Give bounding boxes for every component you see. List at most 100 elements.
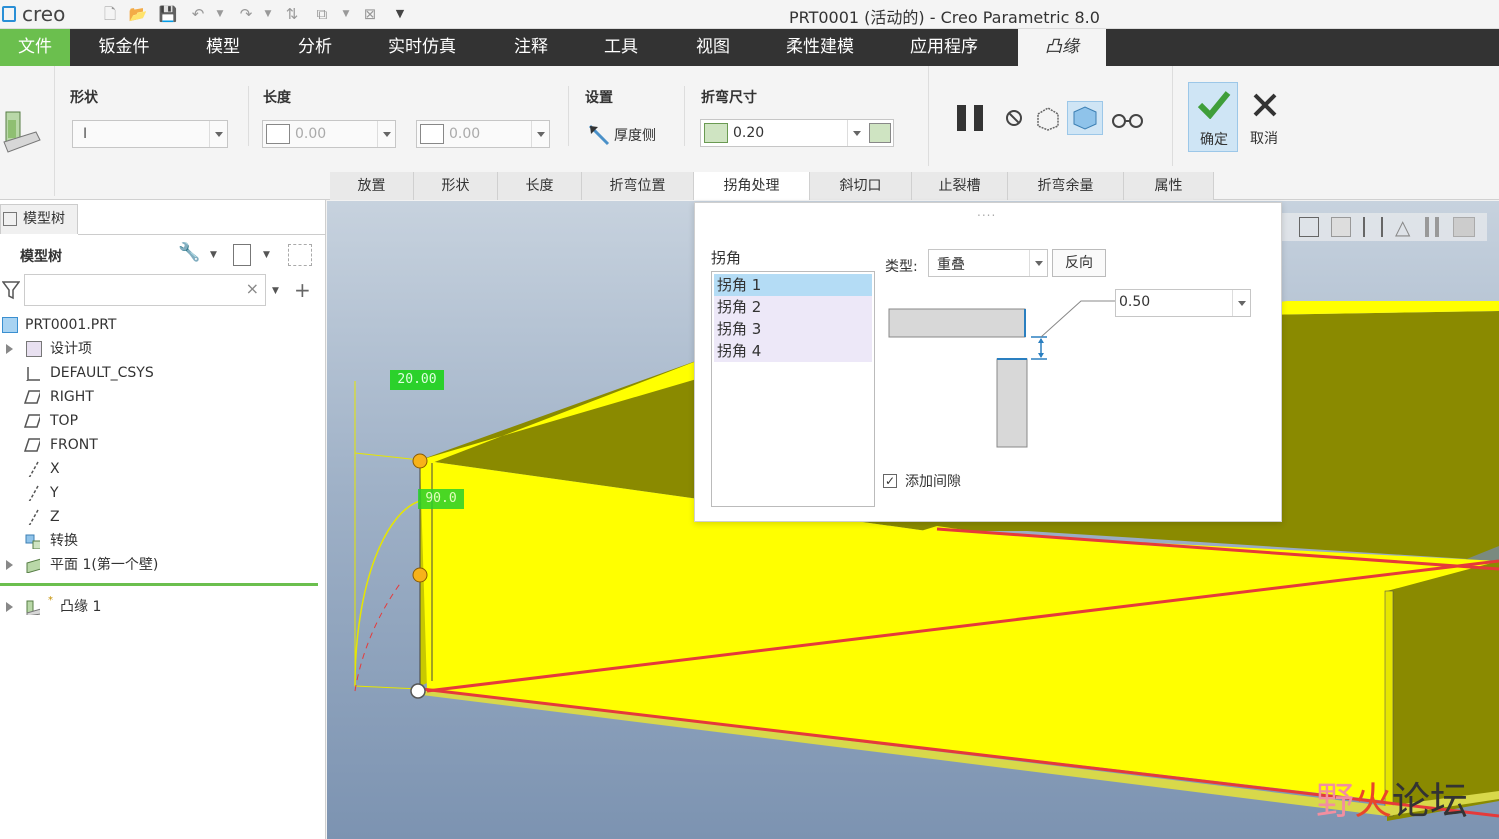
redo-dropdown-icon[interactable]: ▼ <box>258 5 278 23</box>
subtab-shape[interactable]: 形状 <box>414 172 498 200</box>
pause-icon[interactable] <box>955 103 987 133</box>
ok-button[interactable]: 确定 <box>1188 82 1238 152</box>
tree-item-axis-x[interactable]: X <box>0 457 320 481</box>
tree-item-part[interactable]: PRT0001.PRT <box>0 313 320 337</box>
tree-item-right-plane[interactable]: RIGHT <box>0 385 320 409</box>
chevron-down-icon[interactable] <box>209 121 227 147</box>
tree-item-design-items[interactable]: 设计项 <box>0 337 320 361</box>
chevron-down-icon[interactable] <box>847 120 865 146</box>
undo-dropdown-icon[interactable]: ▼ <box>210 5 230 23</box>
reverse-button[interactable]: 反向 <box>1052 249 1106 277</box>
subtab-length[interactable]: 长度 <box>498 172 582 200</box>
open-file-icon[interactable]: 📂 <box>128 5 148 23</box>
no-preview-icon[interactable] <box>1005 109 1023 127</box>
display-style-icon[interactable] <box>1331 217 1351 237</box>
tab-annotate[interactable]: 注释 <box>498 29 564 66</box>
customize-toolbar-icon[interactable]: ▼ <box>390 5 410 23</box>
drag-handle[interactable] <box>412 567 428 583</box>
feature-preview-button[interactable] <box>1067 101 1103 135</box>
tab-tools[interactable]: 工具 <box>588 29 654 66</box>
datum-display-icon[interactable] <box>1363 217 1383 237</box>
shape-dropdown[interactable]: I <box>72 120 228 148</box>
tree-item-axis-z[interactable]: Z <box>0 505 320 529</box>
tree-item-flange[interactable]: * 凸缘 1 <box>0 595 320 619</box>
saved-views-icon[interactable] <box>1453 217 1475 237</box>
add-gap-checkbox[interactable]: ✓ 添加间隙 <box>883 471 961 491</box>
save-icon[interactable]: 💾 <box>158 5 178 23</box>
tree-settings-icon[interactable]: 🔧 <box>178 242 200 263</box>
tree-item-front-plane[interactable]: FRONT <box>0 433 320 457</box>
length-field-1[interactable]: 0.00 <box>262 120 396 148</box>
resize-grip-icon[interactable]: .... <box>977 205 996 219</box>
angle-dimension-label[interactable]: 90.0 <box>418 489 464 509</box>
tree-show-icon[interactable] <box>233 244 251 266</box>
tab-analysis[interactable]: 分析 <box>282 29 348 66</box>
add-icon[interactable]: + <box>294 278 311 302</box>
subtab-corner-treatment[interactable]: 拐角处理 <box>694 172 810 200</box>
tree-item-top-plane[interactable]: TOP <box>0 409 320 433</box>
clear-search-icon[interactable]: × <box>246 279 259 298</box>
cancel-button[interactable]: 取消 <box>1244 82 1284 152</box>
list-item[interactable]: 拐角 1 <box>714 274 872 296</box>
expand-icon[interactable] <box>6 560 13 570</box>
subtab-miter-cut[interactable]: 斜切口 <box>810 172 912 200</box>
chevron-down-icon[interactable]: ▼ <box>263 250 270 260</box>
tab-underline <box>78 234 326 235</box>
subtab-properties[interactable]: 属性 <box>1124 172 1214 200</box>
thickness-side-button[interactable]: 厚度侧 <box>588 123 656 147</box>
windows-dropdown-icon[interactable]: ▼ <box>336 5 356 23</box>
tab-sheetmetal[interactable]: 钣金件 <box>80 29 168 66</box>
tab-live-simulation[interactable]: 实时仿真 <box>374 29 470 66</box>
view-manager-icon[interactable] <box>1299 217 1319 237</box>
tab-flange[interactable]: 凸缘 <box>1018 29 1106 66</box>
subtab-relief[interactable]: 止裂槽 <box>912 172 1008 200</box>
drag-handle[interactable] <box>412 453 428 469</box>
subtab-placement[interactable]: 放置 <box>330 172 414 200</box>
tree-item-planar-wall[interactable]: 平面 1(第一个壁) <box>0 553 320 577</box>
close-window-icon[interactable]: ⊠ <box>360 5 380 23</box>
annotation-display-icon[interactable]: △ <box>1395 215 1410 239</box>
expand-icon[interactable] <box>6 602 13 612</box>
type-dropdown[interactable]: 重叠 <box>928 249 1048 277</box>
undo-icon[interactable]: ↶ <box>188 5 208 23</box>
tab-model[interactable]: 模型 <box>190 29 256 66</box>
filter-icon[interactable] <box>2 280 20 300</box>
bend-size-field[interactable]: 0.20 <box>700 119 894 147</box>
length-dimension-label[interactable]: 20.00 <box>390 370 444 390</box>
length-field-2[interactable]: 0.00 <box>416 120 550 148</box>
verify-glasses-icon[interactable] <box>1110 109 1146 129</box>
redo-icon[interactable]: ↷ <box>236 5 256 23</box>
tree-item-csys[interactable]: DEFAULT_CSYS <box>0 361 320 385</box>
chevron-down-icon[interactable]: ▼ <box>210 250 217 260</box>
chevron-down-icon[interactable]: ▼ <box>272 286 279 296</box>
list-item[interactable]: 拐角 3 <box>714 318 872 340</box>
drag-handle[interactable] <box>410 683 426 699</box>
tab-applications[interactable]: 应用程序 <box>896 29 992 66</box>
new-file-icon[interactable]: 🗋 <box>100 5 120 23</box>
expand-icon[interactable] <box>6 344 13 354</box>
regenerate-icon[interactable]: ⇅ <box>282 5 302 23</box>
list-item[interactable]: 拐角 2 <box>714 296 872 318</box>
tree-item-convert[interactable]: 转换 <box>0 529 320 553</box>
chevron-down-icon[interactable] <box>377 121 395 147</box>
chevron-down-icon[interactable] <box>1232 290 1250 316</box>
tree-search-input[interactable]: × <box>24 274 266 306</box>
corner-list[interactable]: 拐角 1 拐角 2 拐角 3 拐角 4 <box>711 271 875 507</box>
tab-file[interactable]: 文件 <box>0 29 70 66</box>
gap-value-field[interactable]: 0.50 <box>1115 289 1251 317</box>
tree-item-axis-y[interactable]: Y <box>0 481 320 505</box>
chevron-down-icon[interactable] <box>531 121 549 147</box>
windows-icon[interactable]: ⧉ <box>312 5 332 23</box>
chevron-down-icon[interactable] <box>1029 250 1047 276</box>
bend-direction-icon[interactable] <box>869 123 891 143</box>
geometry-preview-icon[interactable] <box>1034 104 1062 132</box>
checkbox-checked-icon[interactable]: ✓ <box>883 474 897 488</box>
subtab-bend-position[interactable]: 折弯位置 <box>582 172 694 200</box>
tree-filter-grid-icon[interactable] <box>288 244 312 266</box>
model-tree-tab[interactable]: 模型树 <box>0 204 78 234</box>
spin-center-icon[interactable] <box>1425 217 1439 237</box>
tab-view[interactable]: 视图 <box>680 29 746 66</box>
tab-flexible-modeling[interactable]: 柔性建模 <box>772 29 868 66</box>
list-item[interactable]: 拐角 4 <box>714 340 872 362</box>
subtab-bend-allowance[interactable]: 折弯余量 <box>1008 172 1124 200</box>
